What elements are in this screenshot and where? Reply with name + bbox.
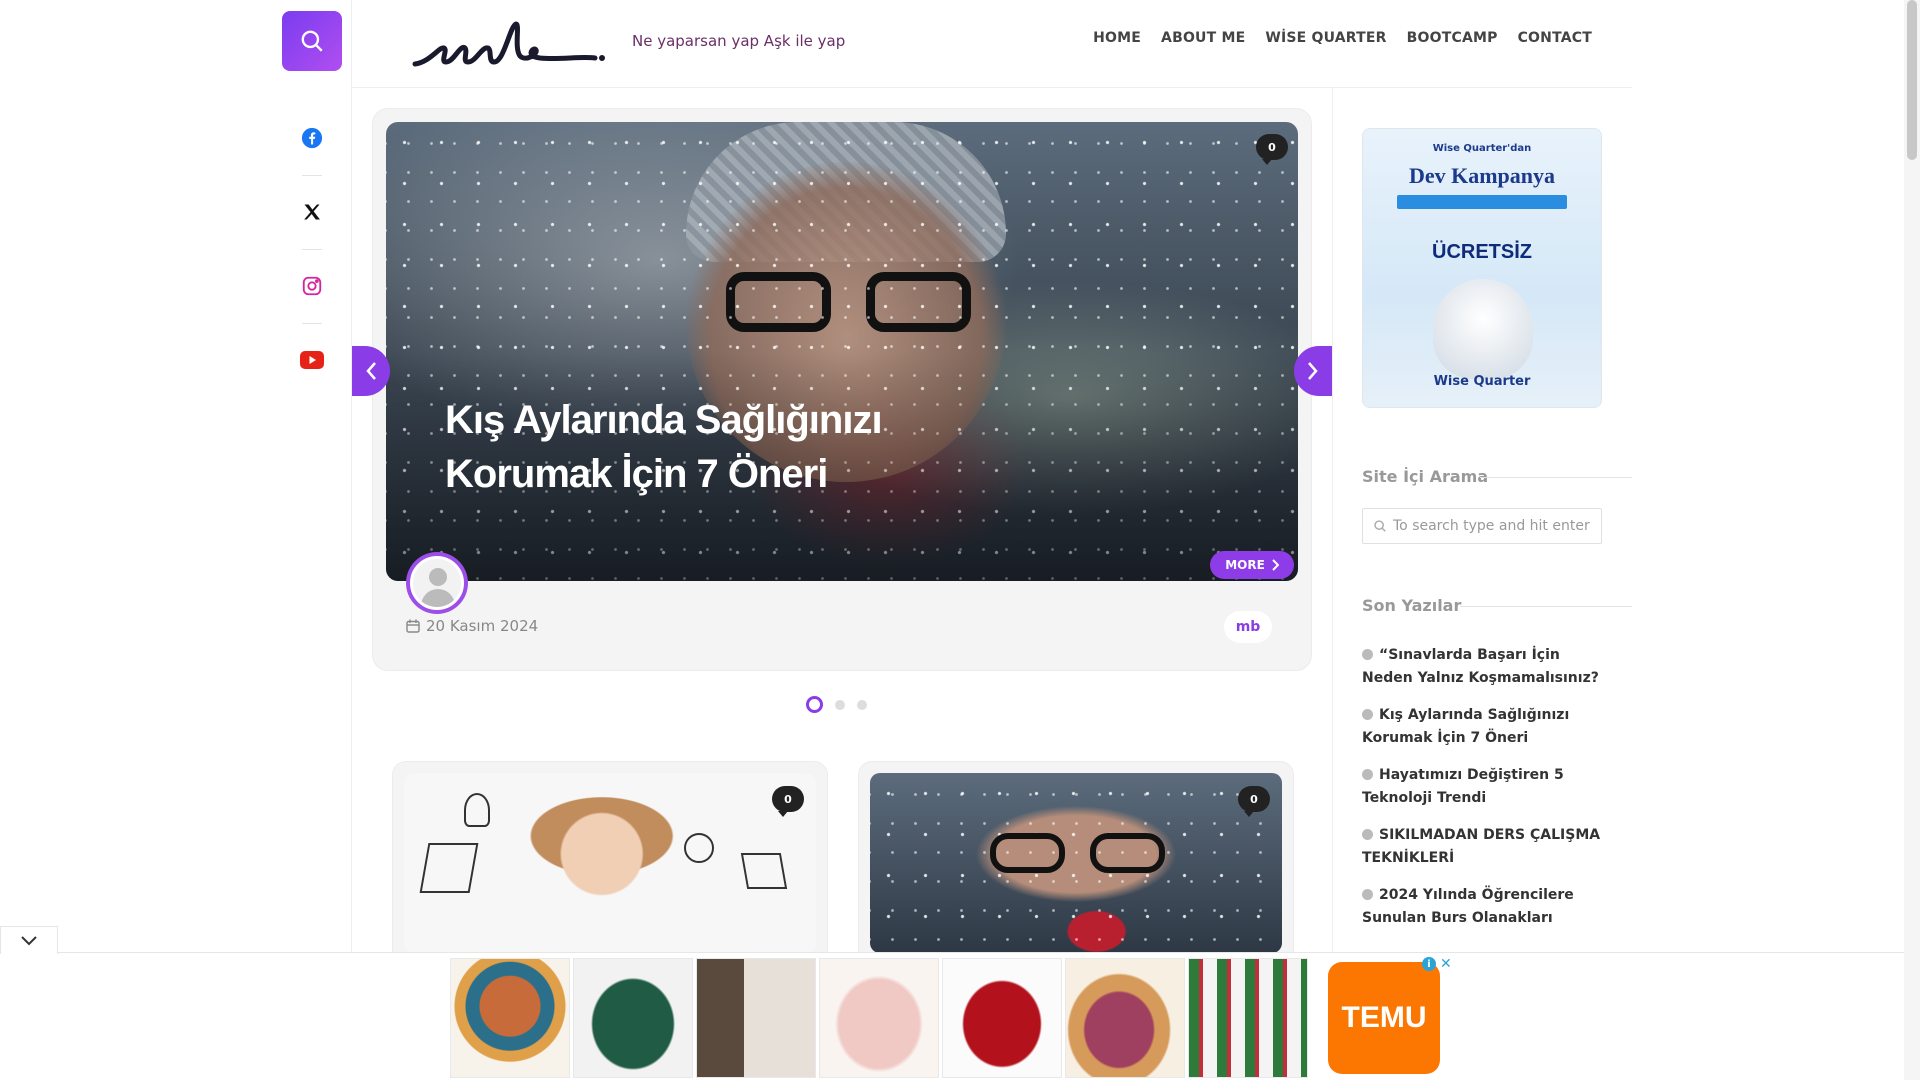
bullet-icon xyxy=(1362,649,1373,660)
ad-product-cat[interactable] xyxy=(450,958,570,1078)
temu-brand-text: TEMU xyxy=(1341,1001,1427,1034)
ad-product-pot[interactable] xyxy=(573,958,693,1078)
nav-home[interactable]: HOME xyxy=(1093,30,1141,46)
recent-post-item[interactable]: “Sınavlarda Başarı İçin Neden Yalnız Koş… xyxy=(1362,644,1602,690)
nav-contact[interactable]: CONTACT xyxy=(1518,30,1592,46)
chevron-right-icon xyxy=(1308,362,1318,380)
post-thumbnail[interactable] xyxy=(870,773,1282,953)
site-logo[interactable] xyxy=(410,18,610,73)
facebook-icon xyxy=(301,127,323,149)
post-date-text: 20 Kasım 2024 xyxy=(426,617,539,635)
widget-title-line xyxy=(1460,606,1632,607)
scrollbar-thumb[interactable] xyxy=(1907,0,1917,160)
chevron-right-icon xyxy=(1272,559,1279,571)
left-column-divider xyxy=(351,0,352,955)
ad-title: Dev Kampanya xyxy=(1408,163,1556,188)
ad-subtitle: Wise Quarter'dan xyxy=(1432,143,1532,154)
sidebar-divider xyxy=(1332,88,1333,955)
info-icon[interactable]: i xyxy=(1422,957,1436,971)
bullet-icon xyxy=(1362,709,1373,720)
nav-wise-quarter[interactable]: WİSE QUARTER xyxy=(1265,30,1386,46)
temu-ad-logo[interactable]: TEMU xyxy=(1328,962,1440,1074)
recent-post-item[interactable]: 2024 Yılında Öğrencilere Sunulan Burs Ol… xyxy=(1362,884,1602,930)
recent-posts-title: Son Yazılar xyxy=(1362,596,1462,615)
slider-dot-2[interactable] xyxy=(835,699,845,710)
comment-count-badge[interactable]: 0 xyxy=(1256,134,1288,165)
post-thumbnail[interactable] xyxy=(404,773,816,953)
ad-choices[interactable]: i ✕ xyxy=(1422,956,1452,972)
recent-posts-list: “Sınavlarda Başarı İçin Neden Yalnız Koş… xyxy=(1362,644,1602,944)
x-link[interactable] xyxy=(282,175,342,249)
page-scrollbar[interactable] xyxy=(1904,0,1920,1080)
recent-post-item[interactable]: SIKILMADAN DERS ÇALIŞMA TEKNİKLERİ xyxy=(1362,824,1602,870)
bullet-icon xyxy=(1362,889,1373,900)
ad-product-cat-figure[interactable] xyxy=(696,958,816,1078)
ad-brand: Wise Quarter xyxy=(1433,374,1531,389)
recent-post-item[interactable]: Kış Aylarında Sağlığınızı Korumak İçin 7… xyxy=(1362,704,1602,750)
slider-dots xyxy=(806,696,867,713)
header-divider xyxy=(352,87,1632,88)
recent-post-item[interactable]: Hayatımızı Değiştiren 5 Teknoloji Trendi xyxy=(1362,764,1602,810)
ad-product-organizer[interactable] xyxy=(819,958,939,1078)
search-icon xyxy=(1374,520,1386,532)
chevron-left-icon xyxy=(366,362,376,380)
comment-count-badge[interactable]: 0 xyxy=(772,786,804,817)
bullet-icon xyxy=(1362,829,1373,840)
youtube-icon xyxy=(300,351,324,369)
site-tagline: Ne yaparsan yap Aşk ile yap xyxy=(632,32,846,50)
nav-bootcamp[interactable]: BOOTCAMP xyxy=(1407,30,1498,46)
recent-post-title: SIKILMADAN DERS ÇALIŞMA TEKNİKLERİ xyxy=(1362,827,1601,866)
x-icon xyxy=(304,204,320,220)
instagram-link[interactable] xyxy=(282,249,342,323)
recent-post-title: 2024 Yılında Öğrencilere Sunulan Burs Ol… xyxy=(1362,887,1574,926)
product-ad-strip xyxy=(450,958,1308,1078)
sidebar-ad-banner[interactable]: Wise Quarter'dan Dev Kampanya ÜCRETSİZ W… xyxy=(1362,128,1602,408)
calendar-icon xyxy=(406,619,420,633)
main-nav: HOME ABOUT ME WİSE QUARTER BOOTCAMP CONT… xyxy=(1093,30,1592,46)
slide-title[interactable]: Kış Aylarında Sağlığınızı Korumak İçin 7… xyxy=(445,393,1005,501)
search-widget-title: Site İçi Arama xyxy=(1362,467,1489,486)
comment-count-badge[interactable]: 0 xyxy=(1238,786,1270,817)
ad-collapse-button[interactable] xyxy=(0,926,58,954)
slider-dot-3[interactable] xyxy=(857,699,867,710)
bullet-icon xyxy=(1362,769,1373,780)
youtube-link[interactable] xyxy=(282,323,342,397)
nav-about-me[interactable]: ABOUT ME xyxy=(1161,30,1245,46)
glasses-shape xyxy=(990,833,1170,873)
instagram-icon xyxy=(302,276,322,296)
ad-product-tea[interactable] xyxy=(1065,958,1185,1078)
author-tag[interactable]: mb xyxy=(1224,611,1272,643)
yeti-illustration xyxy=(1433,279,1533,379)
recent-post-title: Kış Aylarında Sağlığınızı Korumak İçin 7… xyxy=(1362,707,1570,746)
slide-title-line1: Kış Aylarında Sağlığınızı xyxy=(445,398,883,442)
sidebar-search-input[interactable]: To search type and hit enter xyxy=(1362,508,1602,544)
slider-dot-1[interactable] xyxy=(806,696,823,713)
ad-ribbon xyxy=(1397,195,1567,209)
close-icon[interactable]: ✕ xyxy=(1440,956,1452,972)
ad-product-vase[interactable] xyxy=(942,958,1062,1078)
more-button[interactable]: MORE xyxy=(1210,551,1294,579)
chevron-down-icon xyxy=(21,935,37,945)
search-placeholder: To search type and hit enter xyxy=(1393,518,1590,534)
slide-image[interactable] xyxy=(386,122,1298,581)
recent-post-title: “Sınavlarda Başarı İçin Neden Yalnız Koş… xyxy=(1362,647,1599,686)
search-button[interactable] xyxy=(282,11,342,71)
ad-free-text: ÜCRETSİZ xyxy=(1432,241,1532,263)
author-avatar[interactable] xyxy=(406,552,468,614)
slide-gradient xyxy=(386,122,1298,581)
search-icon xyxy=(301,30,323,52)
more-label: MORE xyxy=(1225,558,1265,572)
facebook-link[interactable] xyxy=(282,101,342,175)
ad-product-plants[interactable] xyxy=(1188,958,1308,1078)
post-date: 20 Kasım 2024 xyxy=(406,617,538,635)
recent-post-title: Hayatımızı Değiştiren 5 Teknoloji Trendi xyxy=(1362,767,1564,806)
widget-title-line xyxy=(1480,477,1632,478)
slide-title-line2: Korumak İçin 7 Öneri xyxy=(445,452,828,496)
